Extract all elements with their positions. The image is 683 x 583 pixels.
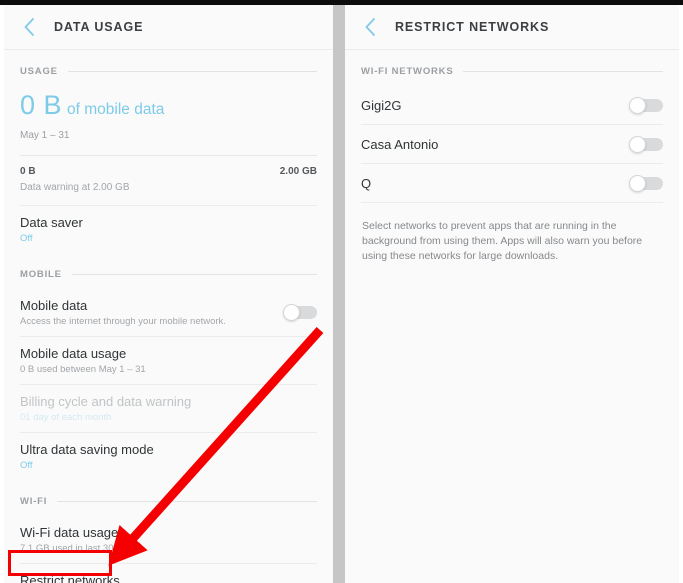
quota-warning-note: Data warning at 2.00 GB [20,182,130,193]
row-texts: Mobile data usage 0 B used between May 1… [20,346,317,375]
row-data-saver[interactable]: Data saver Off [4,206,333,253]
toggle-network-casa-antonio[interactable] [629,135,663,153]
section-label: MOBILE [20,268,62,280]
row-texts: Data saver Off [20,215,317,244]
panel-divider-gutter [333,5,345,583]
quota-total: 2.00 GB [279,166,317,177]
restrict-networks-content: WI-FI NETWORKS Gigi2G Casa Antonio Q Sel… [345,56,679,264]
toggle-network-gigi2g[interactable] [629,96,663,114]
row-title: Mobile data usage [20,346,127,361]
row-title: Ultra data saving mode [20,442,154,457]
chevron-left-icon[interactable] [359,16,381,38]
section-label: WI-FI [20,495,48,507]
toggle-network-q[interactable] [629,174,663,192]
network-name: Q [361,175,372,191]
row-title: Wi-Fi data usage [20,525,119,540]
section-header-wifi-networks: WI-FI NETWORKS [345,56,679,86]
chevron-left-icon[interactable] [18,16,40,38]
network-row-q[interactable]: Q [345,164,679,202]
toggle-knob [629,174,646,192]
row-subtitle: 01 day of each month [20,412,112,423]
network-row-casa-antonio[interactable]: Casa Antonio [345,125,679,163]
toggle-knob [629,96,646,114]
usage-headline: 0 B of mobile data [20,90,317,121]
row-title: Mobile data [20,298,88,313]
row-mobile-data-usage[interactable]: Mobile data usage 0 B used between May 1… [4,337,333,384]
right-edge-gutter [679,5,683,583]
data-usage-screen: DATA USAGE USAGE 0 B of mobile data May … [4,5,333,583]
row-subtitle: Access the internet through your mobile … [20,316,226,327]
row-title: Data saver [20,215,83,230]
data-usage-header: DATA USAGE [4,5,333,50]
row-texts: Mobile data Access the internet through … [20,298,271,327]
section-rule [71,273,317,275]
screenshot-root: DATA USAGE USAGE 0 B of mobile data May … [0,0,683,583]
section-header-usage: USAGE [4,56,333,86]
row-subtitle: Off [20,460,33,471]
toggle-knob [629,135,646,153]
network-name: Gigi2G [361,97,402,113]
network-name: Casa Antonio [361,136,439,152]
toggle-mobile-data[interactable] [283,304,317,321]
section-rule [463,70,663,72]
row-title: Billing cycle and data warning [20,394,192,409]
restrict-networks-explanation: Select networks to prevent apps that are… [362,220,643,262]
toggle-knob [283,304,300,321]
page-title: RESTRICT NETWORKS [395,20,550,34]
quota-used: 0 B [20,166,36,177]
section-label: WI-FI NETWORKS [361,65,454,77]
usage-suffix: of mobile data [67,101,165,118]
section-header-mobile: MOBILE [4,259,333,289]
restrict-networks-header: RESTRICT NETWORKS [345,5,679,50]
row-billing-cycle: Billing cycle and data warning 01 day of… [4,385,333,432]
row-ultra-data-saving[interactable]: Ultra data saving mode Off [4,433,333,480]
restrict-networks-highlight-box [8,550,112,576]
usage-summary: 0 B of mobile data May 1 – 31 [4,86,333,141]
row-subtitle: 0 B used between May 1 – 31 [20,364,146,375]
quota-line: 0 B 2.00 GB [20,166,317,177]
data-usage-content: USAGE 0 B of mobile data May 1 – 31 0 B … [4,56,333,583]
page-title: DATA USAGE [54,20,144,34]
section-rule [67,70,317,72]
row-texts: Ultra data saving mode Off [20,442,317,471]
network-row-gigi2g[interactable]: Gigi2G [345,86,679,124]
section-header-wifi: WI-FI [4,486,333,516]
section-rule [57,500,317,502]
usage-amount: 0 B [20,90,63,120]
section-label: USAGE [20,65,58,77]
row-mobile-data[interactable]: Mobile data Access the internet through … [4,289,333,336]
quota-summary: 0 B 2.00 GB Data warning at 2.00 GB [4,156,333,205]
usage-period: May 1 – 31 [20,130,70,141]
restrict-networks-screen: RESTRICT NETWORKS WI-FI NETWORKS Gigi2G … [345,5,679,583]
row-texts: Billing cycle and data warning 01 day of… [20,394,317,423]
row-subtitle: Off [20,233,33,244]
